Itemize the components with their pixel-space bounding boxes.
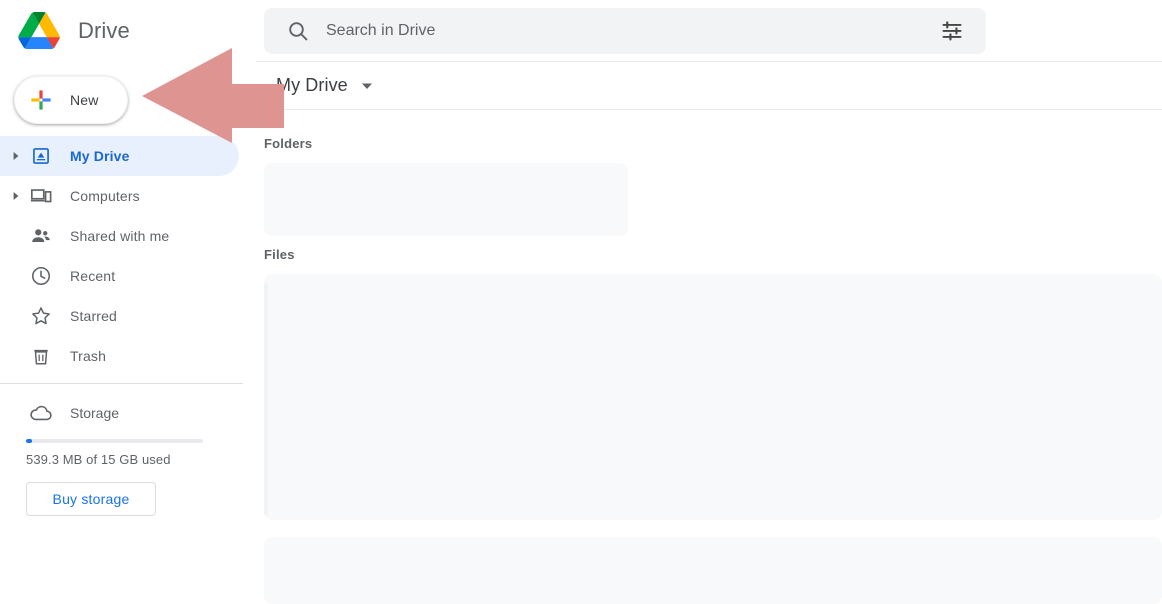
cloud-icon: [29, 401, 53, 425]
sidebar-item-computers[interactable]: Computers: [0, 176, 239, 216]
sidebar-item-label: Computers: [70, 188, 140, 204]
tune-icon[interactable]: [940, 19, 964, 43]
files-placeholder-secondary: [264, 537, 1162, 604]
sidebar-item-my-drive[interactable]: My Drive: [0, 136, 239, 176]
people-icon: [29, 224, 53, 248]
sidebar-item-starred[interactable]: Starred: [0, 296, 239, 336]
brand-title: Drive: [78, 18, 130, 43]
computers-icon: [29, 184, 53, 208]
chevron-down-icon[interactable]: [358, 77, 376, 95]
sidebar-item-label: Starred: [70, 308, 117, 324]
storage-progress-bar: [26, 439, 203, 443]
main-content: My Drive Folders Files: [256, 0, 1162, 604]
expand-triangle-icon[interactable]: [0, 152, 26, 160]
search-input[interactable]: [324, 21, 940, 41]
plus-icon: [29, 88, 53, 112]
sidebar-item-label: My Drive: [70, 148, 130, 164]
sidebar-item-trash[interactable]: Trash: [0, 336, 239, 376]
sidebar-item-recent[interactable]: Recent: [0, 256, 239, 296]
sidebar-item-shared-with-me[interactable]: Shared with me: [0, 216, 239, 256]
sidebar-item-label: Trash: [70, 348, 107, 364]
folders-section-label: Folders: [264, 136, 313, 151]
breadcrumb[interactable]: My Drive: [276, 75, 376, 96]
files-placeholder-primary: [264, 274, 1162, 520]
expand-triangle-icon[interactable]: [0, 192, 26, 200]
new-button[interactable]: New: [14, 76, 128, 124]
sidebar-nav: My Drive Computers Shared with me Recent…: [0, 136, 256, 376]
folders-placeholder: [264, 163, 628, 236]
sidebar: Drive New My Drive Computers Shared with…: [0, 0, 256, 604]
top-bar: [256, 0, 1162, 62]
storage-progress-fill: [26, 439, 33, 443]
google-drive-app: Drive New My Drive Computers Shared with…: [0, 0, 1162, 604]
storage-usage-text: 539.3 MB of 15 GB used: [26, 452, 171, 467]
brand-header[interactable]: Drive: [0, 0, 256, 62]
new-button-label: New: [70, 92, 99, 108]
sidebar-item-label: Shared with me: [70, 228, 170, 244]
clock-icon: [29, 264, 53, 288]
sidebar-divider: [0, 383, 243, 384]
storage-label: Storage: [70, 405, 120, 421]
files-placeholder-strip: [264, 283, 268, 515]
sidebar-item-label: Recent: [70, 268, 116, 284]
search-bar[interactable]: [264, 8, 986, 54]
sidebar-item-storage[interactable]: Storage: [0, 393, 119, 433]
star-icon: [29, 304, 53, 328]
google-drive-logo-icon: [18, 12, 60, 50]
trash-icon: [29, 344, 53, 368]
buy-storage-button[interactable]: Buy storage: [26, 482, 156, 516]
breadcrumb-label: My Drive: [276, 75, 348, 95]
files-section-label: Files: [264, 247, 295, 262]
my-drive-icon: [29, 144, 53, 168]
search-icon: [286, 19, 310, 43]
content-header: My Drive: [256, 62, 1162, 110]
